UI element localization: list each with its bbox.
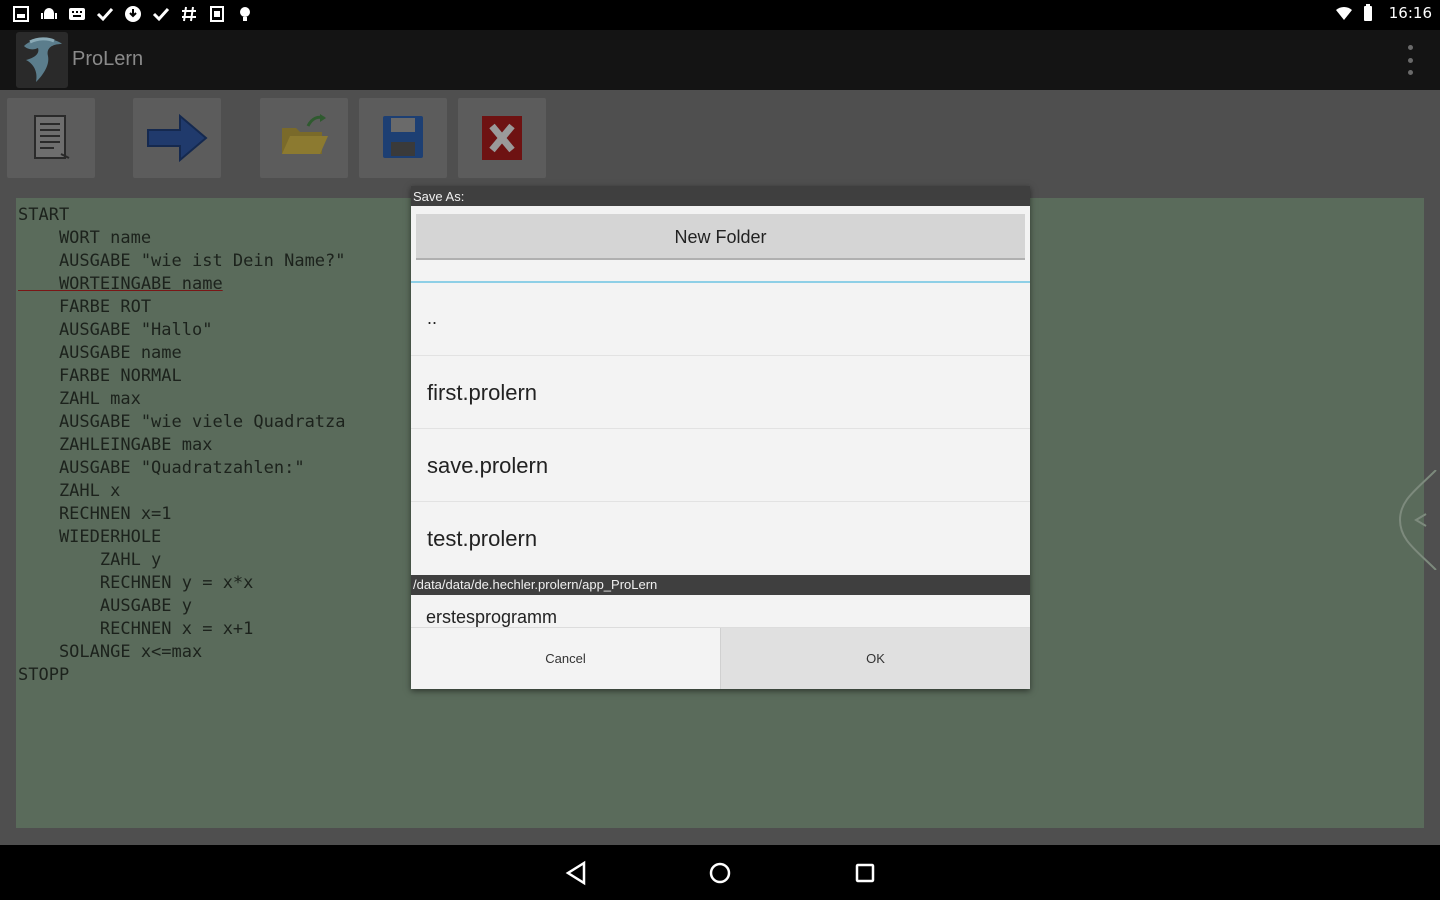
dialog-title: Save As: bbox=[411, 186, 1030, 206]
list-item-parent-dir[interactable]: .. bbox=[411, 283, 1030, 356]
download-icon bbox=[125, 6, 141, 22]
floppy-disk-icon bbox=[383, 116, 423, 158]
document-icon bbox=[34, 115, 70, 159]
code-line: WORT name bbox=[18, 228, 152, 248]
code-line: ZAHL max bbox=[18, 389, 141, 409]
battery-saver-icon bbox=[210, 6, 224, 22]
code-line: WORTEINGABE name bbox=[18, 274, 223, 294]
new-folder-button[interactable]: New Folder bbox=[416, 214, 1025, 260]
save-as-dialog: Save As: New Folder .. first.prolern sav… bbox=[411, 186, 1030, 689]
code-line: AUSGABE "wie viele Quadratza bbox=[18, 412, 346, 432]
app-title: ProLern bbox=[72, 48, 144, 70]
code-line: RECHNEN x=1 bbox=[18, 504, 172, 524]
run-button[interactable] bbox=[133, 98, 221, 178]
current-path: /data/data/de.hechler.prolern/app_ProLer… bbox=[411, 575, 1030, 595]
clock: 16:16 bbox=[1388, 4, 1432, 22]
arrow-right-icon bbox=[147, 113, 208, 163]
hash-icon bbox=[182, 6, 196, 22]
file-list: .. first.prolern save.prolern test.prole… bbox=[411, 283, 1030, 575]
code-line: SOLANGE x<=max bbox=[18, 642, 203, 662]
action-bar: ProLern bbox=[0, 30, 1440, 90]
lightbulb-icon bbox=[240, 7, 250, 21]
list-item[interactable]: save.prolern bbox=[411, 429, 1030, 502]
dialog-buttons: Cancel OK bbox=[411, 627, 1030, 689]
status-bar: 16:16 bbox=[0, 0, 1440, 30]
drawer-handle-icon[interactable] bbox=[1396, 470, 1440, 570]
navigation-bar bbox=[0, 845, 1440, 900]
cancel-button[interactable]: Cancel bbox=[411, 628, 720, 689]
battery-icon bbox=[1363, 4, 1372, 21]
keyboard-icon bbox=[69, 8, 85, 20]
code-line: FARBE NORMAL bbox=[18, 366, 182, 386]
overflow-menu-icon[interactable] bbox=[1406, 45, 1414, 75]
bird-logo-icon bbox=[24, 37, 62, 82]
system-icons: 16:16 bbox=[1335, 4, 1432, 22]
list-item[interactable]: test.prolern bbox=[411, 502, 1030, 575]
code-line: STOPP bbox=[18, 665, 70, 685]
check-icon bbox=[96, 7, 114, 22]
save-button[interactable] bbox=[359, 98, 447, 178]
code-line: START bbox=[18, 205, 70, 225]
open-button[interactable] bbox=[260, 98, 348, 178]
wifi-icon bbox=[1335, 6, 1352, 20]
code-line: ZAHL x bbox=[18, 481, 121, 501]
code-line: WIEDERHOLE bbox=[18, 527, 162, 547]
gallery-icon bbox=[13, 6, 29, 22]
notification-icons bbox=[12, 5, 254, 23]
folder-open-icon bbox=[282, 114, 328, 154]
back-icon[interactable] bbox=[562, 859, 590, 887]
code-line: AUSGABE name bbox=[18, 343, 182, 363]
close-x-icon bbox=[482, 116, 522, 160]
code-line: RECHNEN x = x+1 bbox=[18, 619, 254, 639]
code-line: AUSGABE y bbox=[18, 596, 192, 616]
code-line: RECHNEN y = x*x bbox=[18, 573, 254, 593]
new-folder-container: New Folder bbox=[411, 206, 1030, 283]
code-line: ZAHL y bbox=[18, 550, 162, 570]
code-line: ZAHLEINGABE max bbox=[18, 435, 213, 455]
code-line: AUSGABE "Hallo" bbox=[18, 320, 213, 340]
close-button[interactable] bbox=[458, 98, 546, 178]
code-line: AUSGABE "wie ist Dein Name?" bbox=[18, 251, 346, 271]
recents-icon[interactable] bbox=[851, 859, 879, 887]
ok-button[interactable]: OK bbox=[720, 628, 1030, 689]
new-file-button[interactable] bbox=[7, 98, 95, 178]
code-line: AUSGABE "Quadratzahlen:" bbox=[18, 458, 305, 478]
code-text: START WORT name AUSGABE "wie ist Dein Na… bbox=[18, 204, 346, 687]
android-icon bbox=[41, 8, 57, 19]
code-line: FARBE ROT bbox=[18, 297, 152, 317]
home-icon[interactable] bbox=[706, 859, 734, 887]
list-item[interactable]: first.prolern bbox=[411, 356, 1030, 429]
check-icon bbox=[152, 7, 170, 22]
app-logo[interactable] bbox=[16, 32, 68, 88]
